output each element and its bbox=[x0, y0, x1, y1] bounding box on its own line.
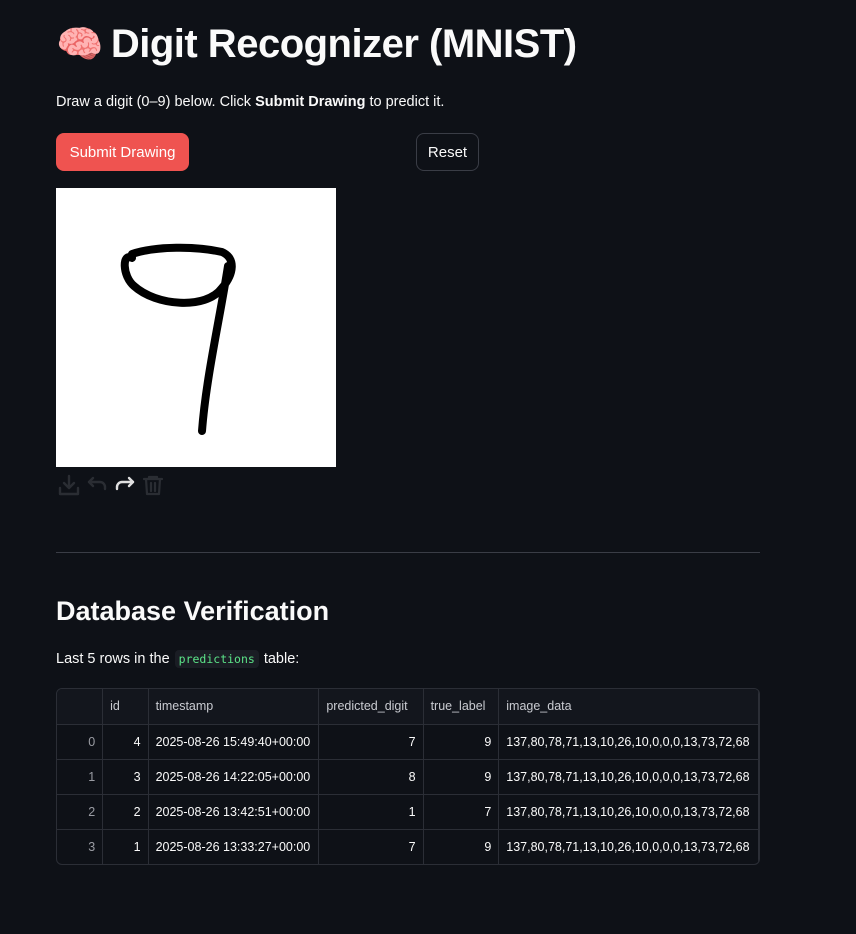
caption-code: predictions bbox=[174, 650, 259, 668]
row-index: 1 bbox=[57, 759, 104, 795]
table-caption: Last 5 rows in the predictions table: bbox=[56, 650, 299, 668]
cell-id[interactable]: 4 bbox=[102, 724, 149, 760]
intro-text: Draw a digit (0–9) below. Click Submit D… bbox=[56, 94, 444, 110]
column-header-id[interactable]: id bbox=[102, 689, 149, 725]
cell-predicted-digit[interactable]: 7 bbox=[318, 724, 424, 760]
intro-bold: Submit Drawing bbox=[255, 94, 366, 110]
undo-icon[interactable] bbox=[84, 472, 110, 498]
cell-timestamp[interactable]: 2025-08-26 13:42:51+00:00 bbox=[148, 794, 320, 830]
column-header-predicted-digit[interactable]: predicted_digit bbox=[318, 689, 424, 725]
caption-suffix: table: bbox=[263, 651, 300, 667]
cell-image-data[interactable]: 137,80,78,71,13,10,26,10,0,0,0,13,73,72,… bbox=[498, 724, 759, 760]
column-header-image-data[interactable]: image_data bbox=[498, 689, 759, 725]
cell-timestamp[interactable]: 2025-08-26 14:22:05+00:00 bbox=[148, 759, 320, 795]
row-index: 3 bbox=[57, 829, 104, 864]
submit-drawing-button[interactable]: Submit Drawing bbox=[56, 133, 189, 171]
drawn-stroke bbox=[120, 243, 236, 435]
cell-image-data[interactable]: 137,80,78,71,13,10,26,10,0,0,0,13,73,72,… bbox=[498, 829, 759, 864]
intro-suffix: to predict it. bbox=[365, 94, 445, 110]
row-index: 2 bbox=[57, 794, 104, 830]
cell-timestamp[interactable]: 2025-08-26 15:49:40+00:00 bbox=[148, 724, 320, 760]
table-row[interactable]: 3 1 2025-08-26 13:33:27+00:00 7 9 137,80… bbox=[57, 829, 759, 864]
download-icon[interactable] bbox=[56, 472, 82, 498]
section-divider bbox=[56, 552, 760, 553]
intro-prefix: Draw a digit (0–9) below. Click bbox=[56, 94, 256, 110]
redo-icon[interactable] bbox=[112, 472, 138, 498]
section-title: Database Verification bbox=[56, 596, 330, 626]
table-row[interactable]: 0 4 2025-08-26 15:49:40+00:00 7 9 137,80… bbox=[57, 724, 759, 760]
row-index: 0 bbox=[57, 724, 104, 760]
cell-id[interactable]: 1 bbox=[102, 829, 149, 864]
page-title-text: Digit Recognizer (MNIST) bbox=[110, 22, 577, 66]
table-header-row: id timestamp predicted_digit true_label … bbox=[57, 689, 759, 725]
cell-true-label[interactable]: 9 bbox=[423, 829, 500, 864]
cell-predicted-digit[interactable]: 7 bbox=[318, 829, 424, 864]
cell-timestamp[interactable]: 2025-08-26 13:33:27+00:00 bbox=[148, 829, 320, 864]
cell-image-data[interactable]: 137,80,78,71,13,10,26,10,0,0,0,13,73,72,… bbox=[498, 759, 759, 795]
predictions-table[interactable]: id timestamp predicted_digit true_label … bbox=[56, 688, 760, 865]
cell-predicted-digit[interactable]: 1 bbox=[318, 794, 424, 830]
column-header-timestamp[interactable]: timestamp bbox=[148, 689, 320, 725]
cell-id[interactable]: 3 bbox=[102, 759, 149, 795]
table-row[interactable]: 2 2 2025-08-26 13:42:51+00:00 1 7 137,80… bbox=[57, 794, 759, 830]
page-title: 🧠 Digit Recognizer (MNIST) bbox=[56, 22, 577, 67]
cell-predicted-digit[interactable]: 8 bbox=[318, 759, 424, 795]
canvas-toolbar bbox=[56, 472, 166, 498]
trash-icon[interactable] bbox=[140, 472, 166, 498]
brain-icon: 🧠 bbox=[56, 23, 103, 66]
cell-true-label[interactable]: 9 bbox=[423, 759, 500, 795]
cell-id[interactable]: 2 bbox=[102, 794, 149, 830]
cell-image-data[interactable]: 137,80,78,71,13,10,26,10,0,0,0,13,73,72,… bbox=[498, 794, 759, 830]
table-row[interactable]: 1 3 2025-08-26 14:22:05+00:00 8 9 137,80… bbox=[57, 759, 759, 795]
caption-prefix: Last 5 rows in the bbox=[56, 651, 170, 667]
column-header-index[interactable] bbox=[57, 689, 104, 725]
cell-true-label[interactable]: 9 bbox=[423, 724, 500, 760]
column-header-true-label[interactable]: true_label bbox=[423, 689, 500, 725]
drawing-canvas[interactable] bbox=[56, 188, 336, 467]
reset-button[interactable]: Reset bbox=[416, 133, 479, 171]
cell-true-label[interactable]: 7 bbox=[423, 794, 500, 830]
